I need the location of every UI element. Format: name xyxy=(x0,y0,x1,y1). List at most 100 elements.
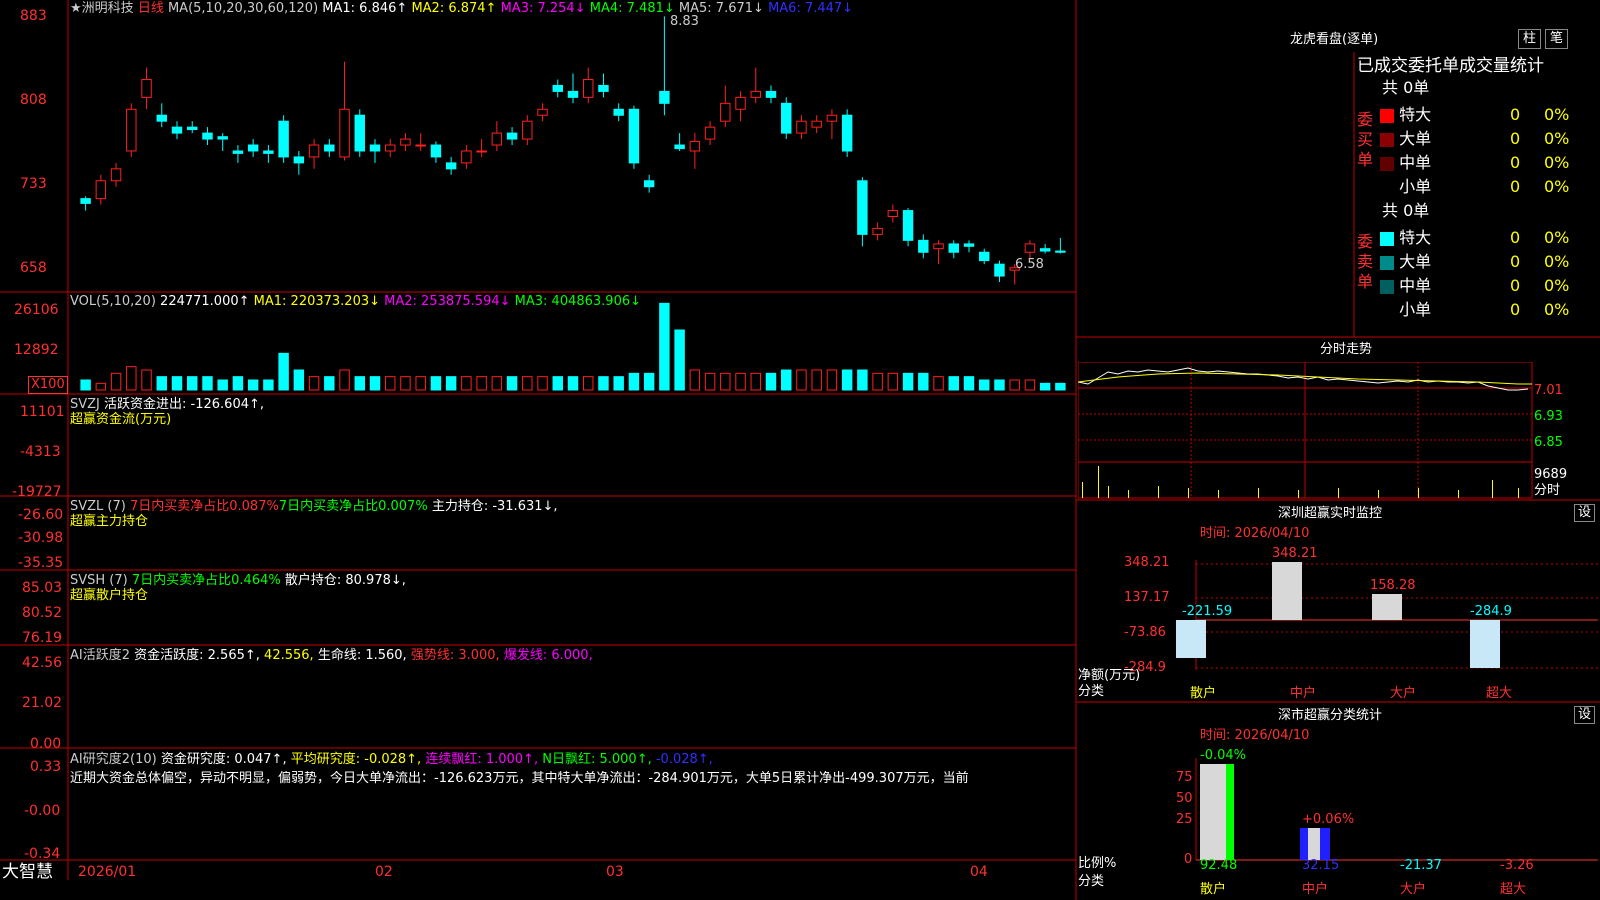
volume-bar xyxy=(476,376,487,391)
candle xyxy=(720,102,731,122)
sz-class-top-label: -0.04% xyxy=(1200,748,1246,763)
svzj-axis-label: -19727 xyxy=(12,484,62,500)
volume-bar xyxy=(735,372,746,391)
candle xyxy=(400,138,411,146)
candle xyxy=(857,180,868,235)
candle xyxy=(963,243,975,247)
tick-view-button[interactable]: 笔 xyxy=(1545,29,1569,49)
candle xyxy=(628,108,640,164)
candle xyxy=(994,263,1005,277)
candle xyxy=(689,140,701,152)
swatch xyxy=(1380,108,1394,123)
volume-bar xyxy=(598,376,609,391)
svzl-t3: 主力持仓: -31.631↓, xyxy=(431,499,558,514)
sz-class-axis-label: 75 xyxy=(1176,770,1193,785)
ai-active-t5: 爆发线: 6.000, xyxy=(503,648,593,663)
ai-active-header: AI活跃度2 资金活跃度: 2.565↑, 42.556, 生命线: 1.560… xyxy=(70,648,593,664)
row-label: 小单 xyxy=(1399,177,1432,196)
list-item: 小单 0 0% xyxy=(1380,177,1590,197)
candle xyxy=(765,90,777,98)
sz-monitor-axis-label: 348.21 xyxy=(1124,555,1170,570)
intraday-title: 分时走势 xyxy=(1320,342,1373,357)
sz-class-category: 散户 xyxy=(1200,882,1227,897)
sz-class-time: 时间: 2026/04/10 xyxy=(1200,728,1310,743)
candle xyxy=(948,243,959,253)
volume-bar xyxy=(445,376,457,391)
candle xyxy=(217,136,228,140)
candle xyxy=(902,210,914,241)
list-item: 中单 0 0% xyxy=(1380,276,1590,296)
volume-bar xyxy=(141,369,152,391)
candle xyxy=(263,150,274,154)
candle xyxy=(643,180,655,188)
volume-bar xyxy=(979,379,990,391)
column-view-button[interactable]: 柱 xyxy=(1518,29,1542,49)
candle xyxy=(369,144,381,152)
volume-bar xyxy=(339,369,350,391)
candle xyxy=(476,150,487,153)
candle xyxy=(324,144,335,152)
ai-active-axis-label: 0.00 xyxy=(30,736,62,752)
candle xyxy=(293,156,305,164)
svzl-title: SVZL (7) xyxy=(70,499,126,514)
high-annotation: 8.83 xyxy=(670,14,699,29)
sz-monitor-unit: 净额(万元) xyxy=(1078,668,1141,683)
sz-class-unit: 比例% xyxy=(1078,856,1117,871)
candle xyxy=(1024,243,1036,253)
candlestick-series xyxy=(80,16,1066,285)
ai-research-axis-label: 0.33 xyxy=(30,759,62,775)
sz-monitor-category: 大户 xyxy=(1390,686,1417,701)
volume-bar xyxy=(385,376,396,391)
row-value: 0 xyxy=(1510,105,1521,124)
x-axis-label: 02 xyxy=(375,864,393,880)
volume-bar xyxy=(811,369,822,391)
swatch xyxy=(1380,132,1394,147)
row-percent: 0% xyxy=(1544,153,1570,172)
ma1-value: MA1: 6.846↑ xyxy=(322,1,408,16)
volume-bar xyxy=(826,369,838,391)
vol-header: VOL(5,10,20) 224771.000↑ MA1: 220373.203… xyxy=(70,294,641,310)
sz-class-value: 92.48 xyxy=(1200,858,1238,873)
svzl-axis-label: -26.60 xyxy=(18,507,64,523)
ai-research-summary: 近期大资金总体偏空，异动不明显，偏弱势，今日大单净流出：-126.623万元，其… xyxy=(70,771,969,786)
row-label: 特大 xyxy=(1399,228,1432,247)
svzj-header: SVZJ 活跃资金进出: -126.604↑, xyxy=(70,397,264,413)
candle xyxy=(567,90,579,98)
svsh-t1: 7日内买卖净占比0.464% xyxy=(131,573,281,588)
sz-class-settings-button[interactable]: 设 xyxy=(1574,706,1596,724)
volume-bar xyxy=(918,372,929,391)
sz-monitor-settings-button[interactable]: 设 xyxy=(1574,504,1596,522)
svzl-t2: 7日内买卖净占比0.007% xyxy=(278,499,428,514)
volume-bar xyxy=(187,376,198,391)
row-label: 特大 xyxy=(1399,105,1432,124)
candle xyxy=(506,132,518,140)
dragon-tiger-subtitle: 已成交委托单成交量统计 xyxy=(1357,56,1544,76)
vol-ma2: MA2: 253875.594↓ xyxy=(384,294,511,309)
ai-research-t2: 平均研究度: -0.028↑, xyxy=(290,752,422,767)
swatch xyxy=(1380,156,1394,171)
volume-bar xyxy=(628,372,640,391)
x-axis-label: 03 xyxy=(606,864,624,880)
ma2-value: MA2: 6.874↑ xyxy=(411,1,497,16)
volume-bar xyxy=(247,379,259,391)
star-icon[interactable]: ★ xyxy=(70,1,82,16)
period-label[interactable]: 日线 xyxy=(138,1,164,16)
svsh-title: SVSH (7) xyxy=(70,573,128,588)
candle xyxy=(674,144,685,150)
candle xyxy=(659,90,670,104)
svzj-axis-label: -4313 xyxy=(20,444,61,460)
row-value: 0 xyxy=(1510,276,1521,295)
ai-research-t1: 资金研究度: 0.047↑, xyxy=(160,752,287,767)
svzj-axis-label: 11101 xyxy=(20,404,65,420)
buy-total: 共 0单 xyxy=(1382,78,1430,97)
svzl-axis-label: -35.35 xyxy=(18,555,64,571)
vol-value: 224771.000↑ xyxy=(160,294,250,309)
row-value: 0 xyxy=(1510,228,1521,247)
sz-class-top-label: +0.06% xyxy=(1302,812,1355,827)
price-axis-label: 733 xyxy=(20,176,47,192)
price-axis-label: 808 xyxy=(20,92,47,108)
volume-bar xyxy=(278,352,289,391)
svzl-header: SVZL (7) 7日内买卖净占比0.087%7日内买卖净占比0.007% 主力… xyxy=(70,499,558,515)
ma-title: MA(5,10,20,30,60,120) xyxy=(167,1,319,16)
sz-monitor-category: 超大 xyxy=(1486,686,1513,701)
